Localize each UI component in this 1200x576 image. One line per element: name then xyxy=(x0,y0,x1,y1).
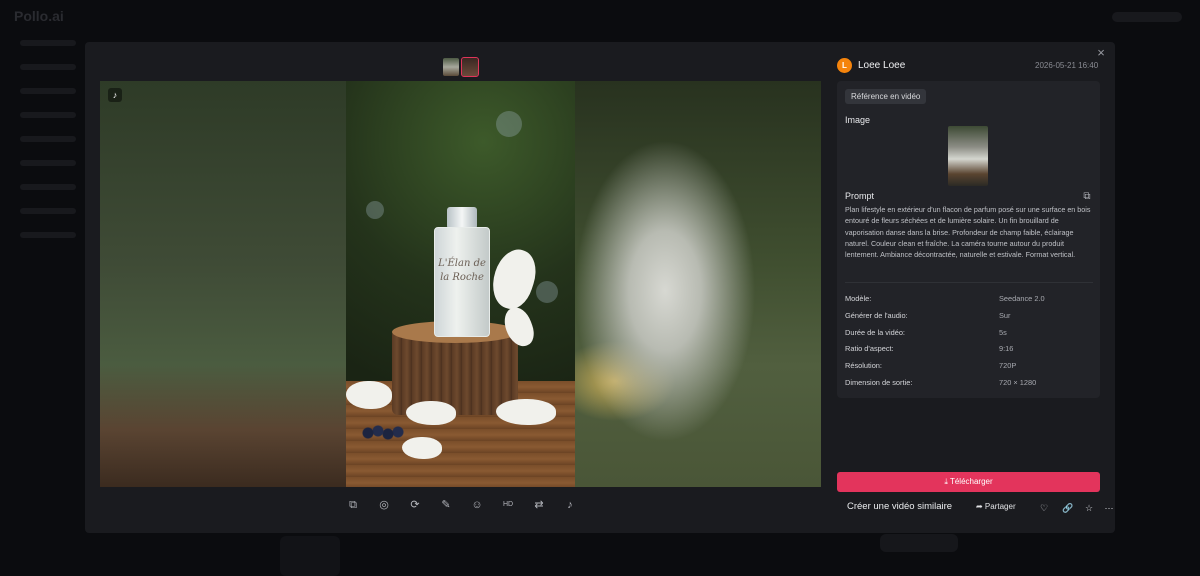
video-icon[interactable]: ⧉ xyxy=(345,497,361,513)
reference-tag: Référence en vidéo xyxy=(845,89,927,104)
tiktok-icon[interactable]: ♪ xyxy=(562,497,578,513)
spec-row-duration: Durée de la vidéo: 5s xyxy=(845,325,1093,342)
spec-row-aspect-ratio: Ratio d'aspect: 9:16 xyxy=(845,341,1093,358)
generation-info-card: Référence en vidéo Image Prompt ⧉ Plan l… xyxy=(837,81,1100,398)
adjust-icon[interactable]: ⇄ xyxy=(531,497,547,513)
background-header-actions xyxy=(1112,12,1182,22)
spec-key: Générer de l'audio: xyxy=(845,310,908,320)
spec-value: 5s xyxy=(999,327,1007,337)
bottle-cap xyxy=(447,207,477,229)
image-heading: Image xyxy=(845,115,871,125)
tiktok-icon: ♪ xyxy=(108,88,122,102)
app-logo: Pollo.ai xyxy=(14,8,64,24)
blurred-backdrop-right xyxy=(575,81,821,487)
spec-row-output-dimension: Dimension de sortie: 720 × 1280 xyxy=(845,375,1093,392)
spec-key: Dimension de sortie: xyxy=(845,377,913,387)
prompt-text: Plan lifestyle en extérieur d'un flacon … xyxy=(845,205,1091,260)
spec-row-audio: Générer de l'audio: Sur xyxy=(845,308,1093,325)
spec-value: 720P xyxy=(999,361,1017,371)
avatar[interactable]: L xyxy=(837,58,852,73)
creation-date: 2026-05-21 16:40 xyxy=(1035,61,1099,70)
spec-key: Résolution: xyxy=(845,361,882,371)
spec-value: Sur xyxy=(999,310,1011,320)
reference-image[interactable] xyxy=(948,126,988,186)
spec-key: Modèle: xyxy=(845,294,872,303)
spec-row-model: Modèle: Seedance 2.0 xyxy=(845,291,1093,308)
spec-key: Ratio d'aspect: xyxy=(845,344,894,354)
share-button[interactable]: ➦ Partager xyxy=(976,502,1016,511)
video-detail-modal: × L'Élan de la Roche ♪ ⧉ ◎ ⟳ ✎ ☺ HD ⇄ ♪ … xyxy=(85,42,1115,533)
spec-row-resolution: Résolution: 720P xyxy=(845,358,1093,375)
thumbnail-video-selected[interactable] xyxy=(461,57,479,77)
blurred-backdrop-left xyxy=(100,81,346,487)
heart-icon[interactable]: ♡ xyxy=(1037,501,1051,515)
face-swap-icon[interactable]: ☺ xyxy=(469,497,485,513)
video-viewer[interactable]: L'Élan de la Roche ♪ xyxy=(100,81,821,487)
spec-value: Seedance 2.0 xyxy=(999,294,1045,303)
hd-icon[interactable]: HD xyxy=(500,497,516,513)
download-button[interactable]: ⤓ Télécharger xyxy=(837,472,1100,492)
link-icon[interactable]: 🔗 xyxy=(1061,501,1075,515)
more-icon[interactable]: ⋯ xyxy=(1102,501,1116,515)
bottle-label: L'Élan de la Roche xyxy=(438,258,486,283)
dried-flowers xyxy=(406,401,456,425)
spec-value: 720 × 1280 xyxy=(999,377,1037,387)
action-bar: Créer une vidéo similaire ➦ Partager ♡ 🔗… xyxy=(837,500,1114,516)
dried-flowers xyxy=(346,381,392,409)
dried-flowers xyxy=(496,399,556,425)
refresh-icon[interactable]: ⟳ xyxy=(407,497,423,513)
video-toolbar: ⧉ ◎ ⟳ ✎ ☺ HD ⇄ ♪ xyxy=(345,497,578,513)
video-frame[interactable]: L'Élan de la Roche xyxy=(346,81,575,487)
thumbnail-strip xyxy=(443,57,479,77)
prompt-heading: Prompt xyxy=(845,191,875,201)
dried-flowers xyxy=(402,437,442,459)
copy-icon[interactable]: ⧉ xyxy=(1081,191,1093,203)
close-icon[interactable]: × xyxy=(1093,45,1109,61)
star-icon[interactable]: ☆ xyxy=(1082,501,1096,515)
divider xyxy=(845,282,1093,283)
author-info: L Loee Loee xyxy=(837,58,905,73)
author-name[interactable]: Loee Loee xyxy=(858,60,905,71)
background-button xyxy=(880,534,958,552)
thumbnail-image[interactable] xyxy=(443,58,459,76)
lips-icon[interactable]: ◎ xyxy=(376,497,392,513)
spec-list: Modèle: Seedance 2.0 Générer de l'audio:… xyxy=(845,291,1093,392)
edit-icon[interactable]: ✎ xyxy=(438,497,454,513)
blueberries xyxy=(362,423,406,443)
spec-key: Durée de la vidéo: xyxy=(845,327,905,337)
background-card xyxy=(280,536,340,576)
iris-flower xyxy=(485,244,543,314)
background-sidebar xyxy=(20,40,76,256)
spec-value: 9:16 xyxy=(999,344,1014,354)
create-similar-video-button[interactable]: Créer une vidéo similaire xyxy=(847,501,952,512)
